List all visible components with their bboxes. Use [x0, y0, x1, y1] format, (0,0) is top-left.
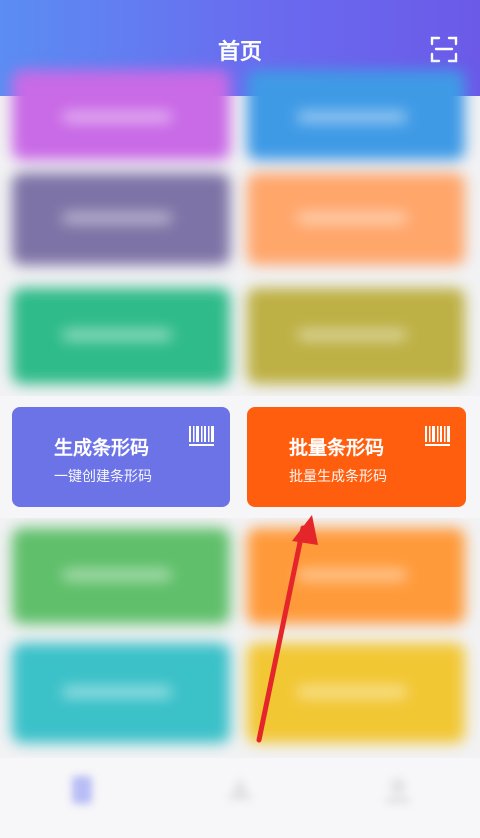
barcode-icon — [189, 426, 214, 446]
generate-barcode-card[interactable]: 生成条形码 一键创建条形码 — [12, 407, 230, 507]
batch-barcode-title: 批量条形码 — [289, 437, 385, 459]
scan-icon[interactable] — [430, 35, 458, 63]
blurred-card — [12, 173, 230, 265]
tab-home-icon[interactable] — [62, 770, 102, 810]
bottom-tab-bar — [0, 758, 480, 838]
blurred-card — [247, 288, 465, 384]
blurred-card — [12, 288, 230, 384]
blurred-card — [12, 70, 230, 160]
blurred-card — [12, 528, 230, 624]
generate-barcode-title: 生成条形码 — [54, 437, 150, 459]
blurred-card — [247, 70, 465, 160]
generate-barcode-subtitle: 一键创建条形码 — [54, 469, 152, 485]
blurred-card — [247, 173, 465, 265]
batch-barcode-card[interactable]: 批量条形码 批量生成条形码 — [247, 407, 466, 507]
blurred-card — [247, 528, 465, 624]
tab-middle-icon[interactable] — [220, 770, 260, 810]
blurred-card — [12, 643, 230, 743]
tab-profile-icon[interactable] — [378, 770, 418, 810]
page-title: 首页 — [217, 40, 262, 65]
barcode-icon — [425, 426, 450, 446]
batch-barcode-subtitle: 批量生成条形码 — [289, 469, 387, 485]
blurred-card — [247, 643, 465, 743]
